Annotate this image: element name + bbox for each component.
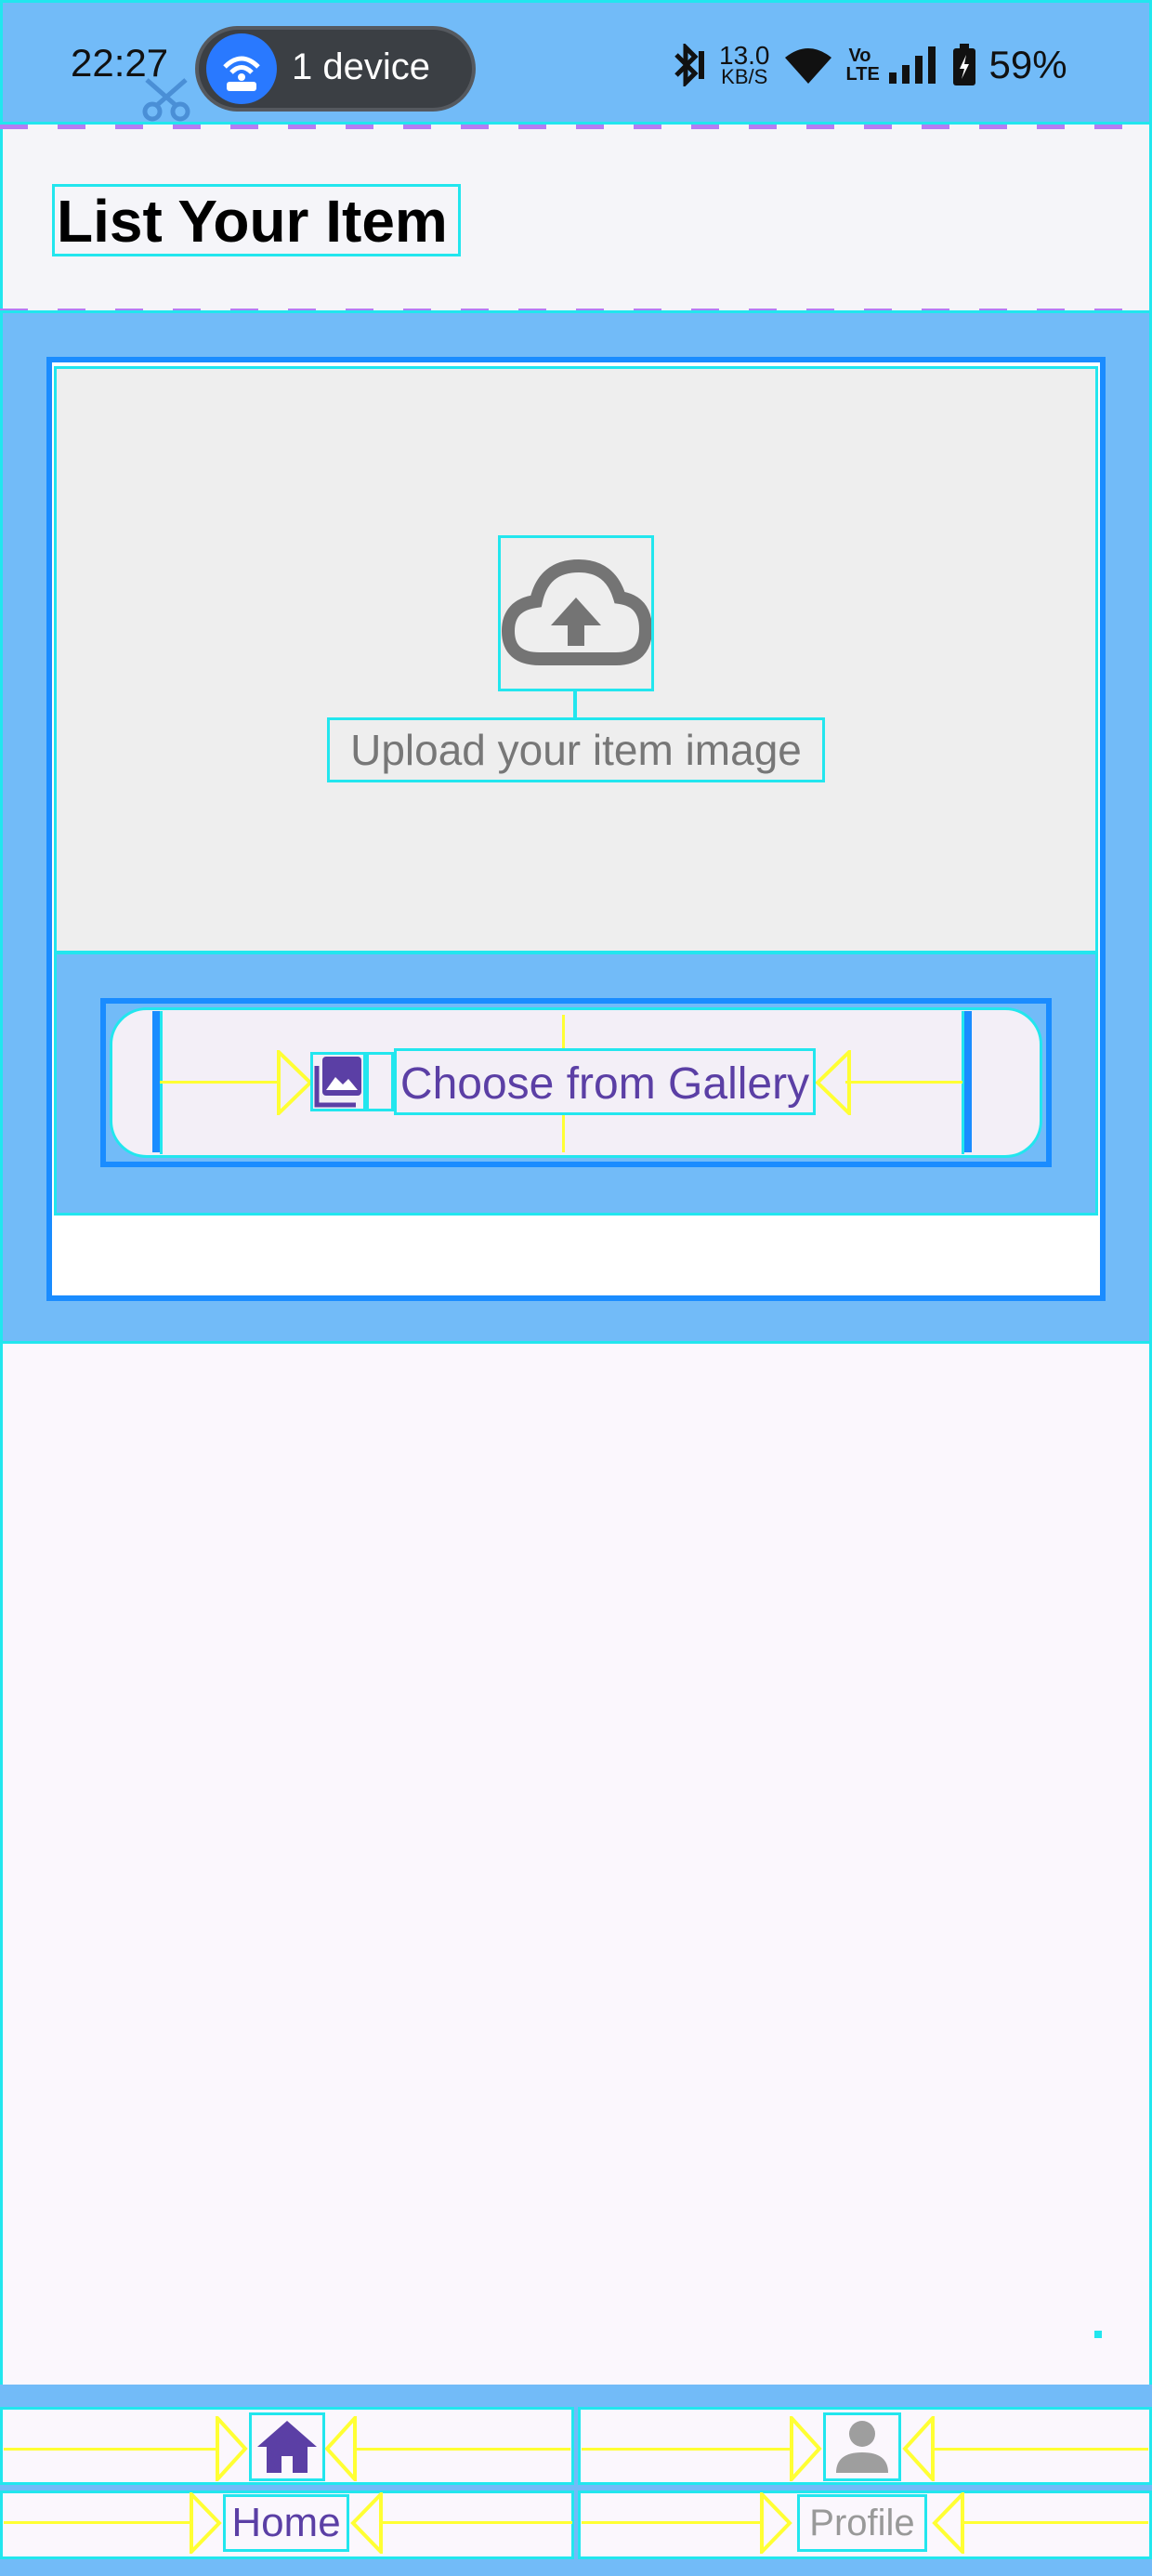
guide-line: [383, 2521, 572, 2524]
photo-library-icon: [310, 1052, 366, 1111]
home-icon: [249, 2412, 325, 2481]
guide-line: [562, 1015, 565, 1048]
guide-line: [935, 2448, 1148, 2451]
guide-line: [357, 2448, 570, 2451]
gallery-button-label: Choose from Gallery: [394, 1048, 816, 1115]
signal-icon: [888, 46, 936, 84]
guide-line: [573, 691, 577, 717]
guide-line: [160, 1081, 281, 1084]
icon-gap-guide: [366, 1052, 394, 1111]
battery-icon: [952, 44, 975, 85]
volte-badge: Vo LTE: [845, 46, 880, 85]
guide-line: [964, 2521, 1148, 2524]
guide-arrow: [815, 1050, 851, 1115]
guide-line: [845, 1081, 962, 1084]
guide-line: [4, 2521, 191, 2524]
net-speed: 13.0 KB/S: [719, 41, 770, 88]
page-title: List Your Item: [52, 184, 461, 256]
divider: [0, 125, 1152, 129]
bluetooth-icon: [674, 44, 704, 86]
guide-arrow: [902, 2416, 935, 2481]
guide-arrow: [190, 2492, 222, 2554]
guide-arrow: [790, 2416, 822, 2481]
device-label: 1 device: [292, 46, 430, 87]
battery-percent: 59%: [988, 43, 1067, 86]
guide-line: [582, 2521, 764, 2524]
guide-arrow: [760, 2492, 792, 2554]
empty-content: [0, 1344, 1152, 2385]
status-icons: 13.0 KB/S Vo LTE 59%: [669, 37, 1067, 93]
hotspot-icon: [206, 33, 277, 104]
wifi-icon: [784, 48, 831, 84]
guide-line: [4, 2448, 219, 2451]
guide-arrow: [216, 2416, 248, 2481]
guide-arrow: [277, 1050, 313, 1115]
scissors-icon: [142, 78, 190, 122]
guide-arrow: [932, 2492, 964, 2554]
padding-guide: [152, 1011, 160, 1152]
nav-home-label: Home: [223, 2494, 349, 2552]
padding-guide: [964, 1011, 972, 1152]
guide-arrow: [324, 2416, 357, 2481]
nav-profile-label: Profile: [797, 2494, 927, 2552]
guide-arrow: [350, 2492, 383, 2554]
person-icon: [823, 2412, 901, 2481]
marker-dot: [1094, 2331, 1102, 2338]
cloud-upload-icon: [498, 535, 654, 691]
guide-line: [562, 1115, 565, 1152]
guide-line: [582, 2448, 793, 2451]
upload-label: Upload your item image: [327, 717, 825, 782]
